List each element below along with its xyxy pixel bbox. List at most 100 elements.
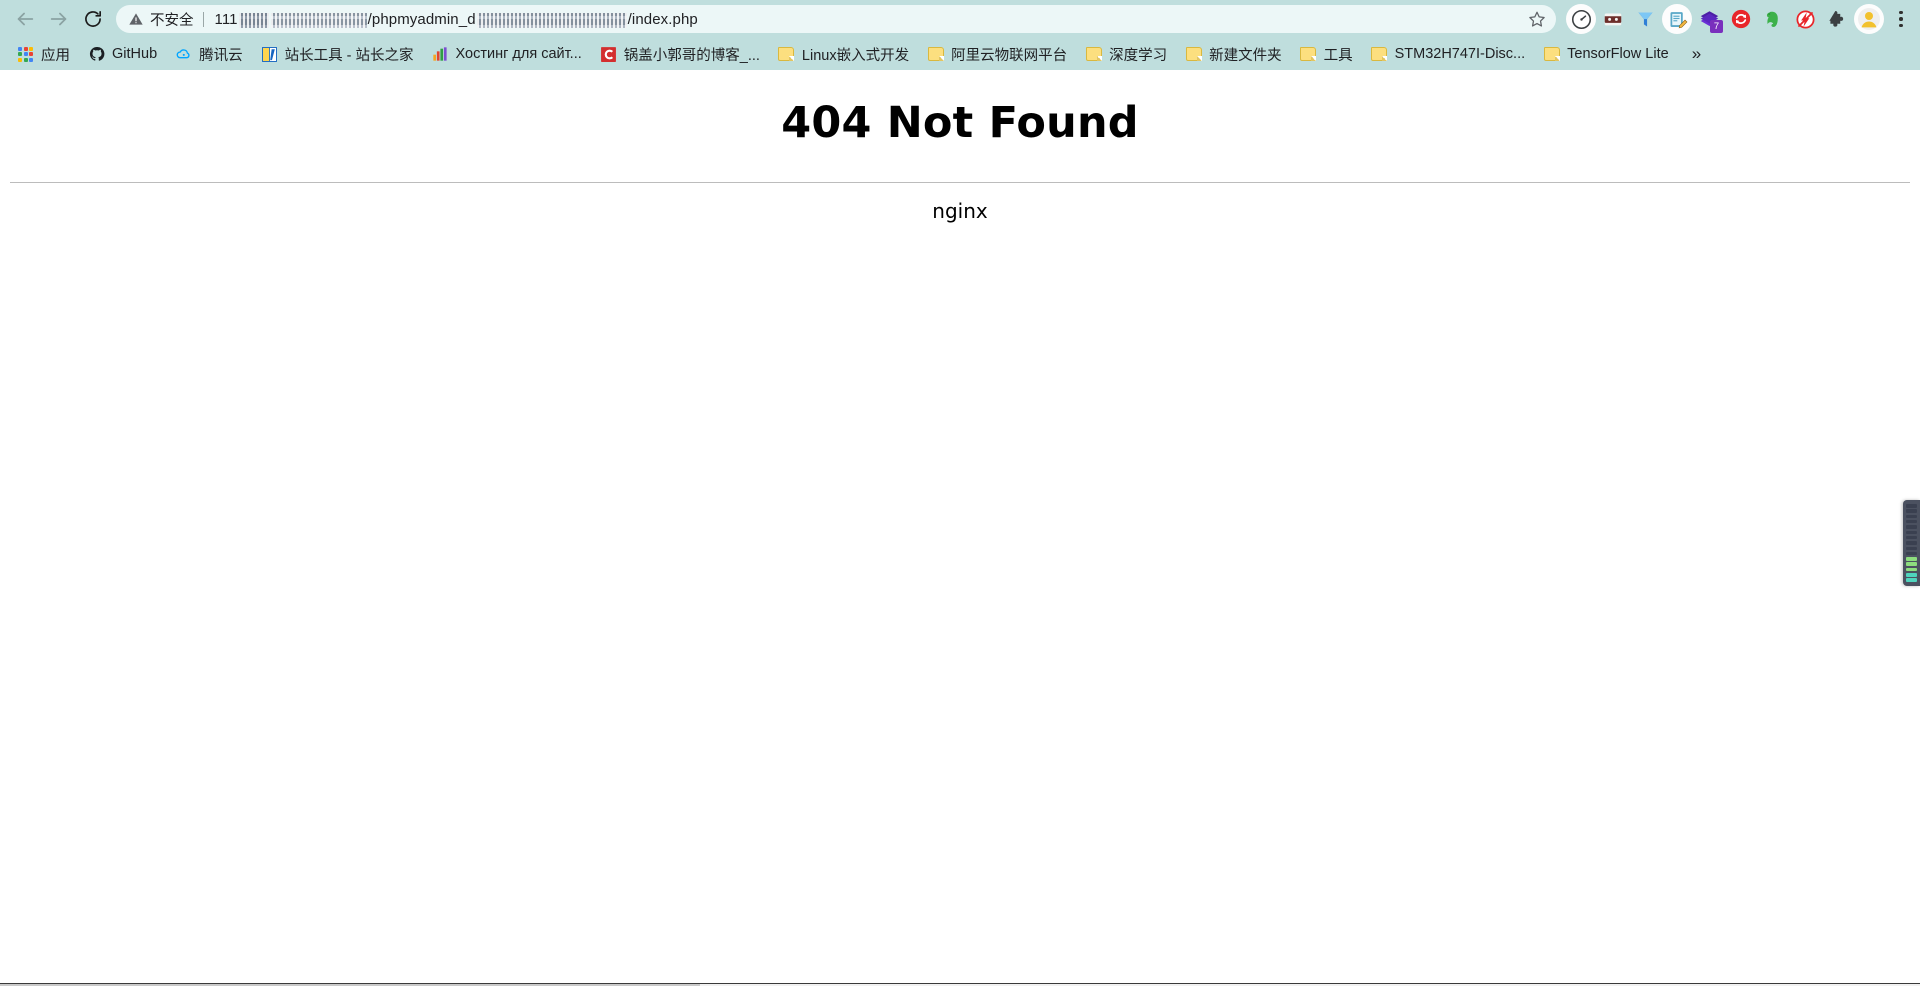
extension-flash-blocker[interactable] (1790, 4, 1820, 34)
bookmark-label: TensorFlow Lite (1567, 46, 1669, 62)
extension-lastpass[interactable] (1598, 4, 1628, 34)
red-refresh-icon (1731, 9, 1751, 29)
page-content: 404 Not Found nginx (0, 70, 1920, 986)
extension-badge-count: 7 (1710, 20, 1723, 33)
forward-button[interactable] (42, 2, 76, 36)
url-redacted-block-1 (238, 12, 269, 28)
url-suffix: /index.php (627, 10, 698, 28)
meter-segment (1906, 525, 1917, 529)
extension-purple-stack[interactable]: 7 (1694, 4, 1724, 34)
reload-button[interactable] (76, 2, 110, 36)
meter-segment-active (1906, 562, 1917, 566)
extension-speedometer[interactable] (1566, 4, 1596, 34)
profile-avatar-icon (1858, 8, 1880, 30)
meter-segment (1906, 519, 1917, 524)
browser-chrome: 不安全 111 /phpmyadmin_d /index.php 7 应用 Gi… (0, 0, 1920, 70)
extension-auto-refresh[interactable] (1726, 4, 1756, 34)
bookmark-folder-deep-learning[interactable]: 深度学习 (1076, 41, 1176, 67)
folder-icon (1543, 46, 1560, 63)
extensions-menu-button[interactable] (1822, 4, 1852, 34)
browser-toolbar: 不安全 111 /phpmyadmin_d /index.php 7 (0, 0, 1920, 38)
forward-arrow-icon (50, 12, 67, 26)
meter-segment (1906, 514, 1917, 519)
bookmark-chinaz[interactable]: 站长工具 - 站长之家 (252, 41, 423, 67)
bookmark-folder-tools[interactable]: 工具 (1291, 41, 1362, 67)
github-icon (88, 46, 105, 63)
warning-triangle-icon (129, 13, 143, 25)
bookmarks-overflow-button[interactable]: » (1684, 44, 1709, 64)
apps-grid-icon (17, 46, 34, 63)
bookmark-folder-tflite[interactable]: TensorFlow Lite (1534, 41, 1678, 67)
meter-segment (1906, 541, 1917, 545)
bookmark-folder-stm32[interactable]: STM32H747I-Disc... (1362, 41, 1535, 67)
extension-notepad[interactable] (1662, 4, 1692, 34)
bookmark-folder-aliyun-iot[interactable]: 阿里云物联网平台 (918, 41, 1076, 67)
bookmark-label: 工具 (1323, 47, 1353, 64)
profile-button[interactable] (1854, 4, 1884, 34)
folder-icon (1185, 46, 1202, 63)
folder-icon (1371, 46, 1388, 63)
three-dot-menu-icon (1899, 10, 1903, 15)
bookmark-label: Хостинг для сайт... (455, 46, 582, 62)
meter-segment-active (1906, 573, 1917, 577)
meter-segment (1906, 551, 1917, 556)
bookmark-label: 新建文件夹 (1209, 47, 1282, 64)
bookmark-label: 应用 (41, 47, 70, 64)
bookmark-label: 锅盖小郭哥的博客_... (623, 47, 760, 64)
url-redacted-block-2 (270, 12, 367, 28)
folder-icon (778, 46, 795, 63)
lastpass-mask-icon (1604, 13, 1622, 26)
bookmark-label: 腾讯云 (199, 47, 243, 64)
csdn-icon (600, 46, 617, 63)
page-title: 404 Not Found (781, 98, 1139, 148)
extension-evernote[interactable] (1758, 4, 1788, 34)
omnibox-divider (202, 11, 204, 27)
url-prefix: 111 (214, 10, 238, 28)
bookmark-label: 阿里云物联网平台 (951, 47, 1068, 64)
bookmark-label: 站长工具 - 站长之家 (284, 47, 414, 64)
bookmark-label: 深度学习 (1109, 47, 1168, 64)
meter-segment-active (1906, 567, 1917, 572)
star-icon (1529, 11, 1545, 27)
server-signature: nginx (932, 199, 988, 223)
bookmark-folder-linux[interactable]: Linux嵌入式开发 (769, 41, 918, 67)
speedometer-icon (1571, 9, 1591, 29)
evernote-elephant-icon (1766, 11, 1778, 27)
flash-blocker-icon (1795, 9, 1815, 29)
reload-icon (85, 11, 102, 27)
meter-segment (1906, 546, 1917, 550)
security-indicator[interactable]: 不安全 (128, 9, 203, 30)
chinaz-icon (261, 46, 278, 63)
blue-funnel-icon (1638, 12, 1652, 26)
url-redacted-block-3 (476, 12, 627, 28)
puzzle-piece-icon (1829, 11, 1844, 27)
chrome-menu-button[interactable] (1888, 4, 1914, 34)
bookmark-label: Linux嵌入式开发 (801, 47, 910, 64)
bookmark-star-button[interactable] (1524, 6, 1550, 32)
notepad-pencil-icon (1670, 11, 1687, 28)
url-text: 111 /phpmyadmin_d /index.php (215, 11, 1525, 28)
network-meter-widget[interactable] (1903, 500, 1920, 586)
bookmark-apps[interactable]: 应用 (8, 41, 79, 67)
meter-segment-active (1906, 557, 1917, 561)
bookmark-label: STM32H747I-Disc... (1394, 46, 1526, 62)
bookmark-csdn-blog[interactable]: 锅盖小郭哥的博客_... (591, 41, 769, 67)
bookmark-tencent-cloud[interactable]: 腾讯云 (166, 41, 252, 67)
folder-icon (1300, 46, 1317, 63)
tencent-cloud-icon (175, 46, 192, 63)
meter-segment (1906, 509, 1917, 513)
bars-chart-icon (432, 46, 449, 63)
url-mid: /phpmyadmin_d (367, 10, 476, 28)
meter-segment (1906, 504, 1917, 508)
bookmark-github[interactable]: GitHub (79, 41, 166, 67)
security-label: 不安全 (150, 12, 194, 29)
back-button[interactable] (8, 2, 42, 36)
bookmark-label: GitHub (112, 46, 158, 62)
meter-segment (1906, 535, 1917, 540)
address-bar[interactable]: 不安全 111 /phpmyadmin_d /index.php (116, 5, 1556, 33)
bookmark-folder-new[interactable]: 新建文件夹 (1176, 41, 1291, 67)
folder-icon (1085, 46, 1102, 63)
folder-icon (927, 46, 944, 63)
extension-blue-funnel[interactable] (1630, 4, 1660, 34)
bookmark-hosting-ru[interactable]: Хостинг для сайт... (423, 41, 591, 67)
